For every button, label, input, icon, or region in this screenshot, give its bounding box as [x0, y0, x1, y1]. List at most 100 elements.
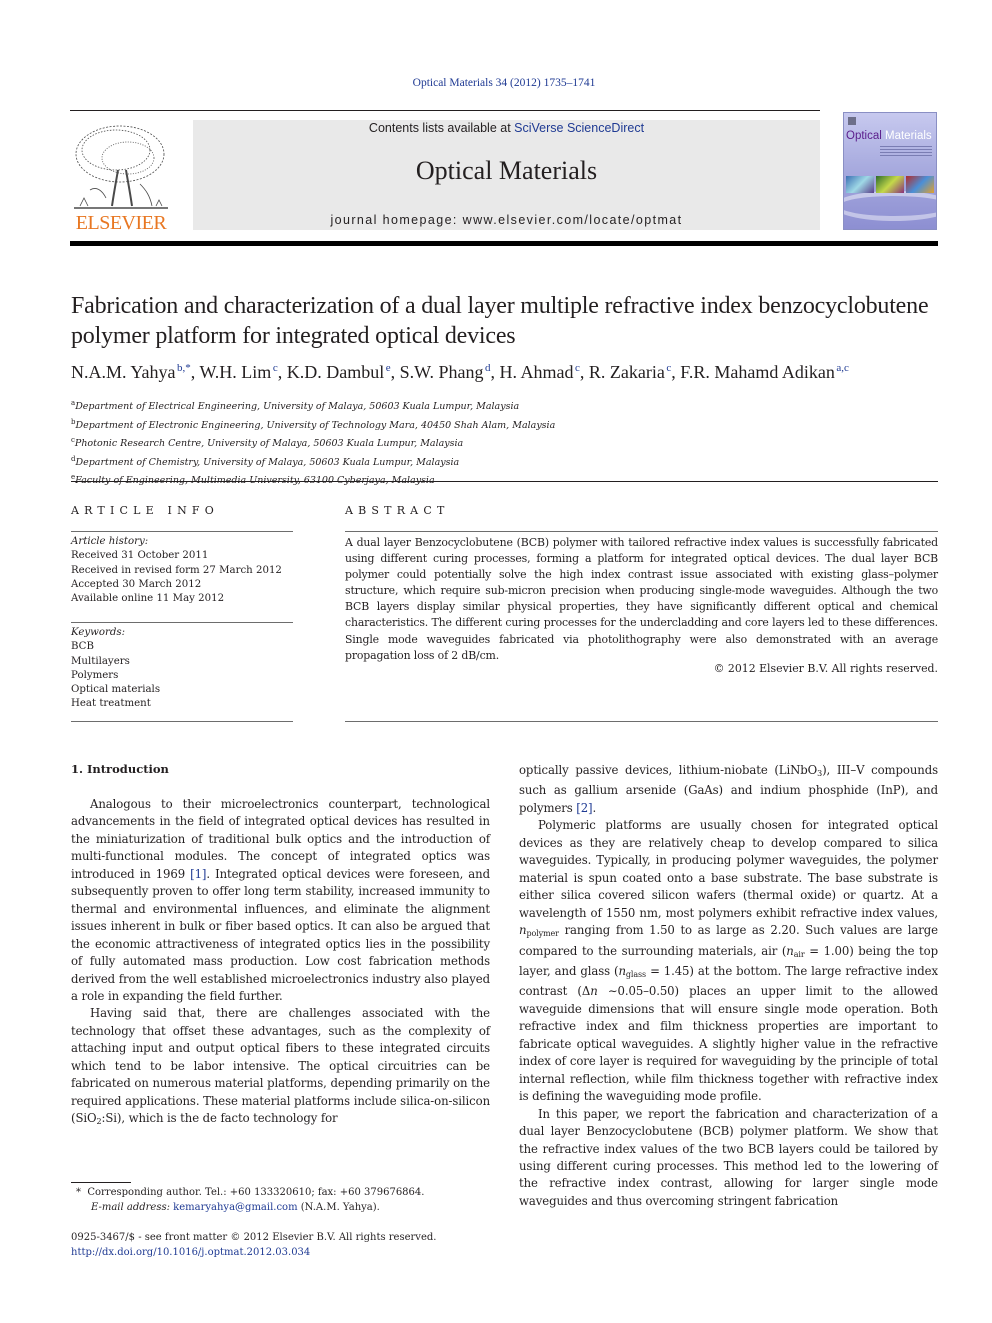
section-heading: 1. Introduction [71, 762, 169, 776]
author-affiliation-marker[interactable]: b,* [177, 362, 191, 374]
history-item: Available online 11 May 2012 [71, 593, 225, 605]
author[interactable]: S.W. Phang d, [400, 362, 500, 382]
email-link[interactable]: kemaryahya@gmail.com [173, 1202, 297, 1213]
keyword: Optical materials [71, 684, 161, 696]
cover-ring-graphic [844, 191, 936, 221]
author-separator: , [277, 362, 287, 382]
article-info-rule [71, 531, 293, 532]
cover-image-1 [846, 176, 874, 193]
math-symbol: n [590, 984, 598, 999]
affiliation: cPhotonic Research Centre, University of… [71, 433, 671, 452]
affiliation: dDepartment of Chemistry, University of … [71, 452, 671, 471]
sciencedirect-link[interactable]: SciVerse ScienceDirect [514, 121, 644, 135]
author-name: K.D. Dambul [286, 362, 385, 382]
cover-publisher-icon [848, 117, 856, 125]
email-line: E-mail address: kemaryahya@gmail.com (N.… [76, 1201, 506, 1216]
paragraph-text: optically passive devices, lithium-nioba… [519, 763, 818, 777]
keyword: Multilayers [71, 655, 130, 667]
affiliation-text: Department of Chemistry, University of M… [75, 456, 460, 468]
author-separator: , [579, 362, 589, 382]
paragraph: Having said that, there are challenges a… [71, 1005, 490, 1130]
section-divider [71, 481, 938, 482]
cover-image-2 [876, 176, 904, 193]
math-symbol: n [786, 943, 794, 958]
corresponding-text: Corresponding author. Tel.: +60 13332061… [87, 1187, 425, 1198]
author-separator: , [490, 362, 500, 382]
author-separator: , [390, 362, 400, 382]
affiliation: bDepartment of Electronic Engineering, U… [71, 415, 671, 434]
keyword: BCB [71, 641, 94, 653]
journal-cover-thumbnail[interactable]: Optical Materials [843, 112, 937, 230]
journal-homepage-link[interactable]: journal homepage: www.elsevier.com/locat… [193, 213, 820, 227]
cover-image-3 [906, 176, 934, 193]
front-matter: 0925-3467/$ - see front matter © 2012 El… [71, 1231, 501, 1260]
abstract-heading: ABSTRACT [345, 504, 450, 517]
contents-prefix: Contents lists available at [368, 121, 515, 135]
paragraph: optically passive devices, lithium-nioba… [519, 762, 938, 817]
issn-line: 0925-3467/$ - see front matter © 2012 El… [71, 1232, 437, 1243]
corresponding-author-footnote: * Corresponding author. Tel.: +60 133320… [76, 1186, 506, 1215]
subscript: polymer [526, 929, 559, 939]
paragraph-text: . Integrated optical devices were forese… [71, 866, 490, 1003]
paragraph: Polymeric platforms are usually chosen f… [519, 817, 938, 1105]
affiliation-text: Department of Electronic Engineering, Un… [75, 419, 556, 431]
article-history: Article history: Received 31 October 201… [71, 535, 301, 606]
paragraph-text: . [592, 800, 597, 815]
journal-citation-link[interactable]: Optical Materials 34 (2012) 1735–1741 [0, 77, 992, 89]
elsevier-wordmark[interactable]: ELSEVIER [70, 212, 172, 235]
email-owner: (N.A.M. Yahya). [297, 1201, 380, 1213]
paragraph: Analogous to their microelectronics coun… [71, 796, 490, 1005]
history-item: Received 31 October 2011 [71, 550, 209, 562]
paragraph-text: Polymeric platforms are usually chosen f… [519, 818, 938, 920]
author[interactable]: H. Ahmad c, [500, 362, 589, 382]
header-top-rule [70, 110, 820, 111]
contents-available-line: Contents lists available at SciVerse Sci… [193, 121, 820, 135]
footnote-rule [71, 1182, 131, 1183]
subscript: air [793, 949, 805, 959]
body-column-right: optically passive devices, lithium-nioba… [519, 762, 938, 1210]
author[interactable]: W.H. Lim c, [199, 362, 286, 382]
footnote-marker: * [76, 1187, 81, 1198]
abstract-text: A dual layer Benzocyclobutene (BCB) poly… [345, 536, 938, 662]
history-item: Received in revised form 27 March 2012 [71, 564, 282, 576]
math-symbol: n [618, 963, 626, 978]
email-label: E-mail address: [91, 1201, 170, 1213]
keywords: Keywords: BCB Multilayers Polymers Optic… [71, 626, 301, 712]
author-name: N.A.M. Yahya [71, 362, 176, 382]
affiliation-list: aDepartment of Electrical Engineering, U… [71, 396, 671, 489]
history-item: Accepted 30 March 2012 [71, 578, 202, 590]
reference-link[interactable]: [2] [576, 801, 592, 815]
cover-title: Optical Materials [846, 130, 932, 142]
author-name: W.H. Lim [199, 362, 272, 382]
body-column-left: Analogous to their microelectronics coun… [71, 796, 490, 1131]
article-info-heading: ARTICLE INFO [71, 504, 219, 517]
keywords-label: Keywords: [71, 627, 126, 638]
affiliation: aDepartment of Electrical Engineering, U… [71, 396, 671, 415]
article-info-rule [71, 622, 293, 623]
footnote-line: * Corresponding author. Tel.: +60 133320… [76, 1186, 506, 1201]
cover-subtitle-lines [880, 146, 932, 156]
header-thick-rule [70, 241, 938, 246]
paragraph-text: In this paper, we report the fabrication… [519, 1106, 938, 1208]
history-label: Article history: [71, 536, 149, 547]
affiliation: eFaculty of Engineering, Multimedia Univ… [71, 470, 671, 489]
author-name: S.W. Phang [399, 362, 484, 382]
cover-title-part1: Optical [846, 130, 882, 142]
reference-link[interactable]: [1] [190, 867, 206, 881]
author-list: N.A.M. Yahya b,*, W.H. Lim c, K.D. Dambu… [71, 362, 951, 383]
article-title: Fabrication and characterization of a du… [71, 293, 929, 349]
author-name: F.R. Mahamd Adikan [680, 362, 835, 382]
keyword: Heat treatment [71, 698, 151, 710]
article-info-rule [71, 721, 293, 722]
cover-title-part2: Materials [885, 130, 932, 142]
author[interactable]: N.A.M. Yahya b,*, [71, 362, 199, 382]
author-affiliation-marker[interactable]: a,c [836, 362, 849, 374]
author[interactable]: R. Zakaria c, [589, 362, 680, 382]
abstract-rule [345, 531, 938, 532]
doi-link[interactable]: http://dx.doi.org/10.1016/j.optmat.2012.… [71, 1247, 310, 1258]
author[interactable]: K.D. Dambul e, [287, 362, 400, 382]
author[interactable]: F.R. Mahamd Adikan a,c [680, 362, 849, 382]
journal-title: Optical Materials [415, 156, 598, 185]
subscript: glass [625, 969, 647, 979]
paragraph-text: Having said that, there are challenges a… [71, 1006, 490, 1126]
